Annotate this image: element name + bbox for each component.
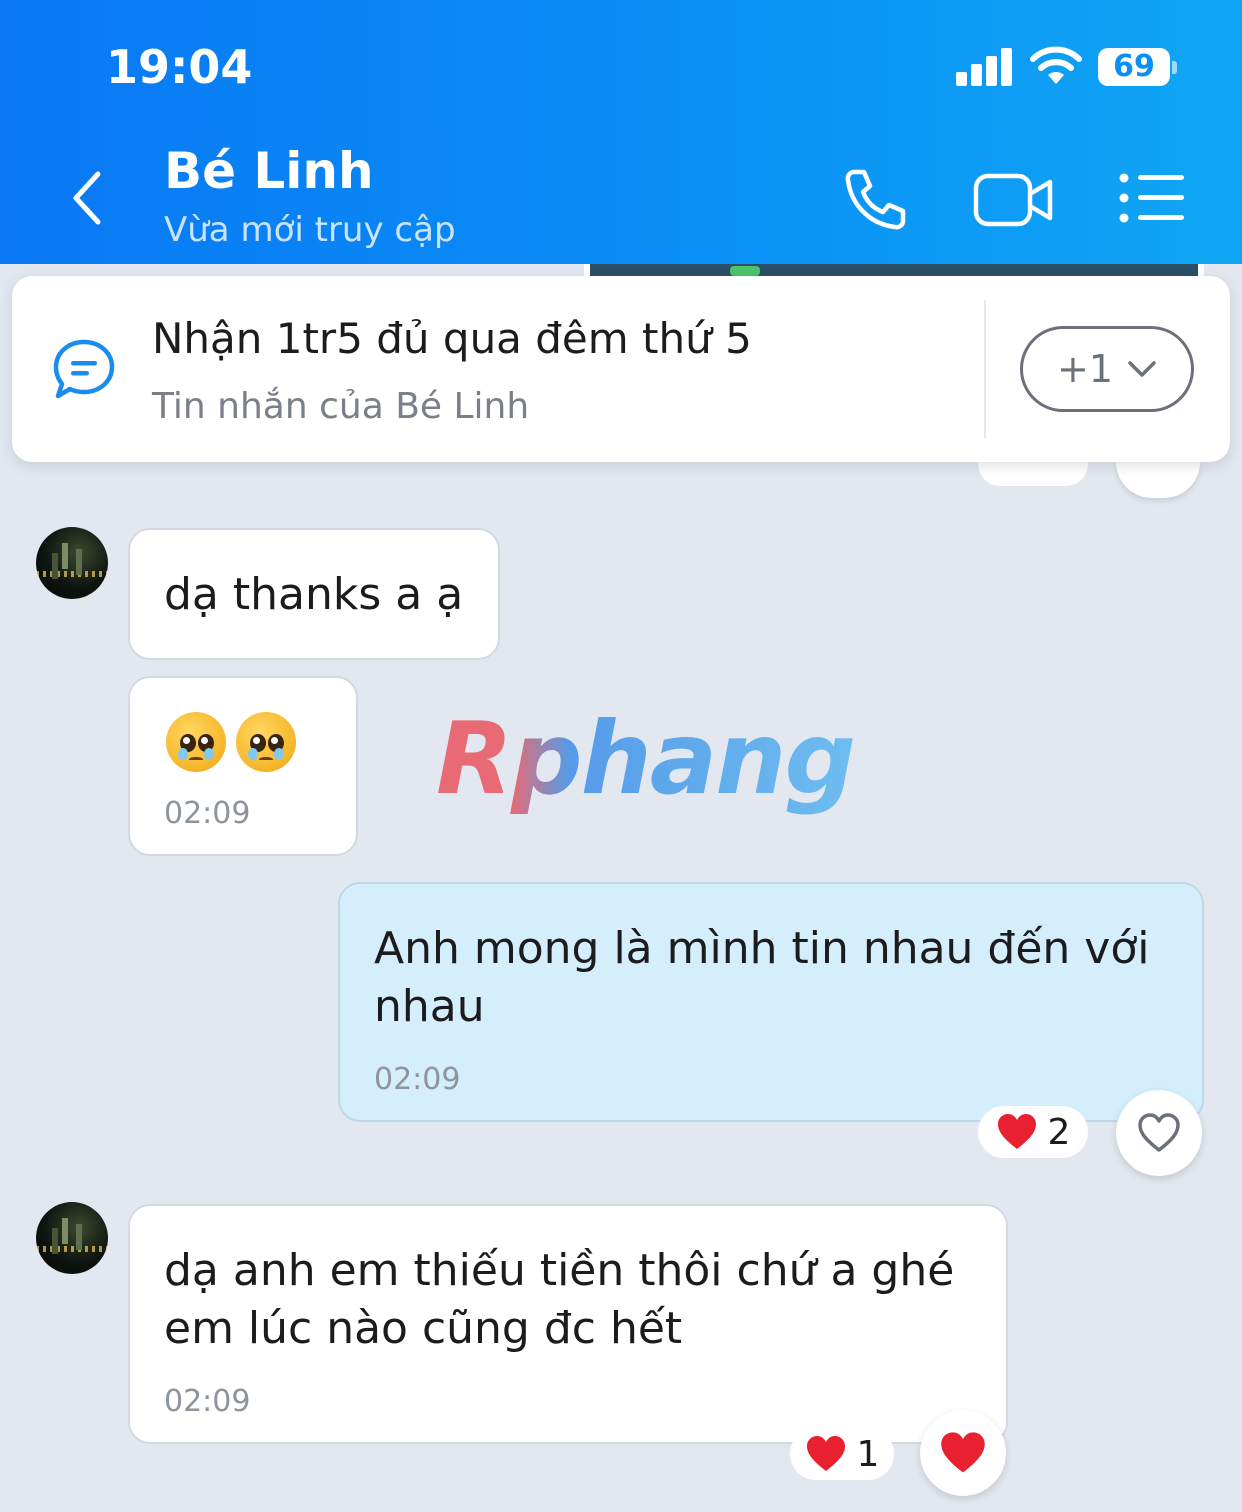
more-pinned-label: +1	[1056, 347, 1114, 391]
status-time: 19:04	[106, 40, 253, 94]
message-bubble[interactable]: 02:09	[128, 676, 358, 856]
watermark-logo: Rphang	[436, 700, 856, 817]
message-text: dạ anh em thiếu tiền thôi chứ a ghé em l…	[164, 1245, 955, 1354]
pleading-face-emoji-icon	[236, 712, 296, 772]
pinned-message-banner[interactable]: Nhận 1tr5 đủ qua đêm thứ 5 Tin nhắn của …	[12, 276, 1230, 462]
call-icon[interactable]	[840, 164, 910, 234]
chevron-down-icon	[1128, 361, 1156, 377]
message-time: 02:09	[164, 1384, 251, 1419]
pleading-face-emoji-icon	[166, 712, 226, 772]
pinned-subtitle: Tin nhắn của Bé Linh	[152, 386, 530, 427]
wifi-icon	[1030, 46, 1082, 84]
contact-status: Vừa mới truy cập	[164, 210, 456, 250]
chat-header: 19:04 69 Bé Linh Vừa mới truy cập	[0, 0, 1242, 264]
divider	[984, 300, 986, 438]
video-call-icon[interactable]	[972, 170, 1054, 230]
contact-name[interactable]: Bé Linh	[164, 142, 374, 200]
message-time: 02:09	[374, 1062, 461, 1097]
message-time: 02:09	[164, 796, 251, 831]
more-pinned-button[interactable]: +1	[1020, 326, 1194, 412]
previous-reaction-pill[interactable]	[978, 462, 1088, 486]
pinned-message-icon	[53, 339, 115, 399]
reaction-pill[interactable]: 1	[790, 1428, 894, 1480]
menu-list-icon[interactable]	[1118, 170, 1188, 226]
message-bubble[interactable]: dạ thanks a ạ	[128, 528, 500, 660]
heart-icon	[806, 1436, 845, 1471]
react-heart-button[interactable]	[1116, 1090, 1202, 1176]
message-text: dạ thanks a ạ	[164, 569, 464, 620]
previous-heart-button[interactable]	[1116, 462, 1200, 498]
reaction-pill[interactable]: 2	[978, 1106, 1088, 1158]
avatar[interactable]	[36, 527, 108, 599]
reaction-count: 2	[1047, 1111, 1071, 1153]
react-heart-button[interactable]	[920, 1410, 1006, 1496]
reaction-count: 1	[856, 1433, 880, 1475]
message-text: Anh mong là mình tin nhau đến với nhau	[374, 923, 1150, 1032]
battery-indicator: 69	[1098, 48, 1180, 88]
avatar[interactable]	[36, 1202, 108, 1274]
heart-icon	[997, 1114, 1036, 1149]
battery-level: 69	[1098, 48, 1170, 86]
signal-icon	[956, 48, 1012, 86]
message-bubble[interactable]: dạ anh em thiếu tiền thôi chứ a ghé em l…	[128, 1204, 1008, 1444]
battery-cap	[1172, 61, 1177, 74]
back-icon[interactable]	[64, 168, 114, 228]
pinned-title: Nhận 1tr5 đủ qua đêm thứ 5	[152, 314, 752, 363]
heart-icon	[941, 1432, 985, 1473]
message-bubble-outgoing[interactable]: Anh mong là mình tin nhau đến với nhau 0…	[338, 882, 1204, 1122]
heart-outline-icon	[1138, 1113, 1180, 1152]
